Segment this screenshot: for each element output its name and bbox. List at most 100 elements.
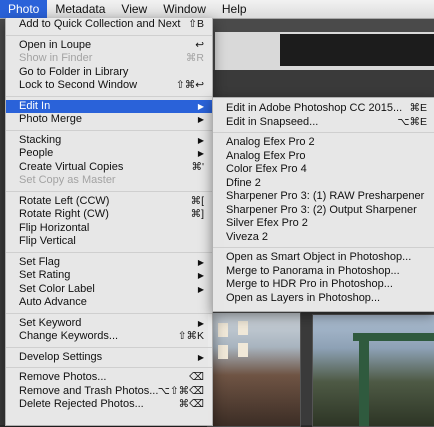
menu-item-label: Delete Rejected Photos... (19, 398, 144, 410)
menu-item-label: Flip Vertical (19, 235, 76, 247)
menu-item-label: Show in Finder (19, 52, 93, 64)
menu-item-label: Set Color Label (19, 282, 95, 295)
menu-separator (6, 346, 212, 348)
menu-item-remove-and-trash-photos[interactable]: Remove and Trash Photos... ⌥⇧⌘⌫ (6, 385, 212, 399)
submenu-arrow-icon: ▶ (197, 149, 204, 158)
photo-thumbnail-buildings[interactable] (207, 312, 301, 427)
menu-item-remove-photos[interactable]: Remove Photos... ⌫ (6, 371, 212, 385)
menu-item-shortcut: ⌘R (185, 52, 204, 64)
menu-item-sharpener-pro-3-2-output-sharpener[interactable]: Sharpener Pro 3: (2) Output Sharpener (213, 204, 434, 218)
menu-item-edit-in[interactable]: Edit In ▶ (6, 99, 212, 113)
menu-item-label: Remove Photos... (19, 371, 107, 383)
submenu-arrow-icon: ▶ (197, 115, 204, 124)
menu-item-delete-rejected-photos[interactable]: Delete Rejected Photos... ⌘⌫ (6, 398, 212, 412)
menu-item-label: Auto Advance (19, 296, 87, 308)
menu-item-add-to-quick-collection-and-next[interactable]: Add to Quick Collection and Next ⇧B (6, 18, 212, 32)
menu-separator (6, 367, 212, 368)
menu-item-label: Edit In (19, 99, 51, 112)
menu-item-go-to-folder-in-library[interactable]: Go to Folder in Library (6, 66, 212, 80)
menu-item-open-in-loupe[interactable]: Open in Loupe ↩ (6, 39, 212, 53)
menu-item-label: Add to Quick Collection and Next (19, 18, 181, 30)
menu-separator (6, 190, 212, 192)
menu-item-set-keyword[interactable]: Set Keyword ▶ (6, 317, 212, 331)
photo-thumbnail-canal[interactable] (312, 314, 434, 427)
menu-item-edit-in-adobe-photoshop-cc-2015[interactable]: Edit in Adobe Photoshop CC 2015... ⌘E (213, 102, 434, 116)
menu-item-develop-settings[interactable]: Develop Settings ▶ (6, 351, 212, 365)
menu-item-analog-efex-pro[interactable]: Analog Efex Pro (213, 150, 434, 164)
menu-item-viveza-2[interactable]: Viveza 2 (213, 231, 434, 245)
menu-item-open-as-smart-object-in-photoshop[interactable]: Open as Smart Object in Photoshop... (213, 251, 434, 265)
menu-item-rotate-right-cw[interactable]: Rotate Right (CW) ⌘] (6, 208, 212, 222)
menu-item-change-keywords[interactable]: Change Keywords... ⇧⌘K (6, 330, 212, 344)
menu-item-label: Dfine 2 (226, 176, 261, 189)
menu-item-label: Edit in Snapseed... (226, 115, 319, 128)
menu-item-flip-vertical[interactable]: Flip Vertical (6, 235, 212, 249)
menu-item-auto-advance[interactable]: Auto Advance (6, 296, 212, 310)
menu-item-silver-efex-pro-2[interactable]: Silver Efex Pro 2 (213, 217, 434, 231)
menu-item-label: Photo Merge (19, 113, 82, 125)
submenu-arrow-icon: ▶ (197, 284, 204, 294)
menu-item-lock-to-second-window[interactable]: Lock to Second Window ⇧⌘↩ (6, 79, 212, 93)
menu-item-rotate-left-ccw[interactable]: Rotate Left (CCW) ⌘[ (6, 195, 212, 209)
menu-item-set-color-label[interactable]: Set Color Label ▶ (6, 283, 212, 297)
menu-item-create-virtual-copies[interactable]: Create Virtual Copies ⌘' (6, 161, 212, 175)
menu-help[interactable]: Help (214, 0, 255, 18)
menu-item-label: Set Keyword (19, 316, 82, 329)
menu-item-label: Rotate Left (CCW) (19, 194, 110, 207)
menu-item-color-efex-pro-4[interactable]: Color Efex Pro 4 (213, 163, 434, 177)
submenu-arrow-icon: ▶ (197, 352, 204, 362)
menu-item-label: Change Keywords... (19, 330, 119, 342)
menu-window[interactable]: Window (155, 0, 214, 18)
menu-metadata[interactable]: Metadata (47, 0, 113, 18)
menu-item-label: Rotate Right (CW) (19, 208, 109, 220)
submenu-arrow-icon: ▶ (197, 271, 204, 280)
menu-item-shortcut: ⇧⌘K (177, 330, 204, 342)
menu-item-shortcut: ⌘] (190, 208, 204, 220)
menu-separator (6, 129, 212, 131)
menu-separator (213, 247, 434, 248)
menu-item-set-rating[interactable]: Set Rating ▶ (6, 269, 212, 283)
submenu-arrow-icon: ▶ (197, 135, 204, 145)
menu-item-label: Open as Layers in Photoshop... (226, 291, 381, 304)
menu-item-merge-to-panorama-in-photoshop[interactable]: Merge to Panorama in Photoshop... (213, 265, 434, 279)
menu-item-people[interactable]: People ▶ (6, 147, 212, 161)
menu-item-label: Viveza 2 (226, 230, 268, 243)
submenu-arrow-icon: ▶ (197, 257, 204, 267)
menu-item-shortcut: ⇧⌘↩ (175, 79, 204, 91)
menu-item-flip-horizontal[interactable]: Flip Horizontal (6, 222, 212, 236)
menu-item-merge-to-hdr-pro-in-photoshop[interactable]: Merge to HDR Pro in Photoshop... (213, 278, 434, 292)
menu-item-dfine-2[interactable]: Dfine 2 (213, 177, 434, 191)
menu-item-set-copy-as-master: Set Copy as Master (6, 174, 212, 188)
menu-item-label: Set Copy as Master (19, 174, 116, 186)
photo-menu: Add to Quick Collection and Next ⇧B Open i… (5, 18, 213, 426)
menu-item-stacking[interactable]: Stacking ▶ (6, 134, 212, 148)
menu-item-label: Go to Folder in Library (19, 65, 129, 78)
menu-item-analog-efex-pro-2[interactable]: Analog Efex Pro 2 (213, 136, 434, 150)
menu-item-label: Sharpener Pro 3: (2) Output Sharpener (226, 203, 417, 216)
menu-item-sharpener-pro-3-1-raw-presharpener[interactable]: Sharpener Pro 3: (1) RAW Presharpener (213, 190, 434, 204)
menu-item-photo-merge[interactable]: Photo Merge ▶ (6, 113, 212, 127)
menu-bar: Photo Metadata View Window Help (0, 0, 434, 19)
menu-separator (6, 34, 212, 36)
menu-item-label: Color Efex Pro 4 (226, 163, 307, 175)
menu-item-label: Develop Settings (19, 350, 103, 363)
menu-view[interactable]: View (113, 0, 155, 18)
menu-item-label: Analog Efex Pro (226, 149, 306, 162)
menu-item-shortcut: ⌥⌘E (397, 115, 427, 128)
submenu-arrow-icon: ▶ (197, 318, 204, 328)
menu-item-shortcut: ↩ (195, 38, 204, 51)
menu-item-shortcut: ⌘' (191, 160, 204, 173)
menu-separator (6, 312, 212, 314)
menu-item-shortcut: ⌘[ (190, 194, 204, 207)
menu-item-label: Set Rating (19, 269, 71, 281)
menu-item-open-as-layers-in-photoshop[interactable]: Open as Layers in Photoshop... (213, 292, 434, 306)
menu-item-label: Remove and Trash Photos... (19, 384, 159, 397)
menu-photo[interactable]: Photo (0, 0, 48, 18)
menu-item-set-flag[interactable]: Set Flag ▶ (6, 256, 212, 270)
menu-item-label: Create Virtual Copies (19, 160, 124, 173)
menu-item-edit-in-snapseed[interactable]: Edit in Snapseed... ⌥⌘E (213, 116, 434, 130)
menu-item-shortcut: ⌘⌫ (178, 398, 204, 410)
menu-item-label: People (19, 147, 54, 159)
menu-item-label: Silver Efex Pro 2 (226, 217, 308, 229)
menu-item-show-in-finder: Show in Finder ⌘R (6, 52, 212, 66)
